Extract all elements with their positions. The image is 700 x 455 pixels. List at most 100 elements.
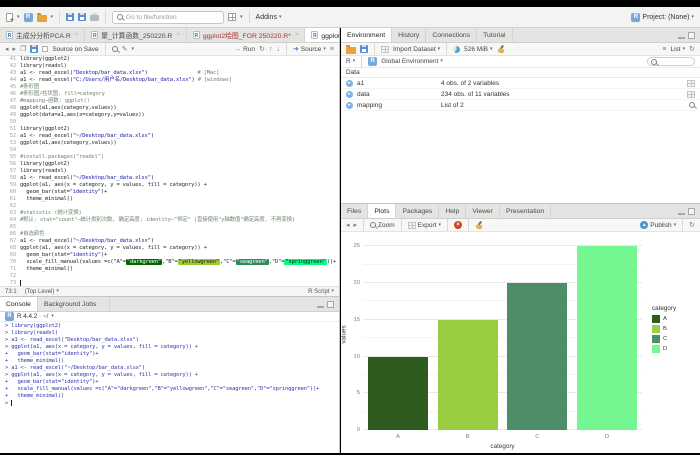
find-replace-icon[interactable]	[112, 46, 118, 52]
save-workspace-icon[interactable]	[360, 45, 368, 53]
editor-tab-3[interactable]: Rggplot2绘图_FOR 250220.R*×	[187, 28, 306, 42]
expand-object-icon[interactable]: ▸	[346, 102, 353, 109]
source-button[interactable]: ➜ Source ▾	[293, 46, 326, 53]
clear-all-plots-icon[interactable]	[475, 221, 483, 229]
console-output[interactable]: > library(ggplot2)> library(readxl)> a1 …	[0, 322, 339, 408]
rstudio-window: ▾ R ▾ Go to file/function ▾ Addins ▾ R P…	[0, 0, 700, 455]
environment-selector[interactable]: Global Environment ▾	[381, 58, 443, 65]
project-menu[interactable]: R Project: (None) ▾	[631, 13, 694, 22]
workspace-panes-icon[interactable]	[228, 13, 236, 21]
editor-tab-4[interactable]: Rggplot2绘图.R*×	[305, 28, 340, 42]
code-line: 69 geom_bar(stat="identity")+	[0, 252, 339, 259]
console-tab-console[interactable]: Console	[0, 297, 38, 311]
print-icon[interactable]	[90, 15, 99, 21]
code-token: )+	[101, 189, 107, 195]
run-up-icon[interactable]: ↑	[269, 46, 273, 53]
line-number: 54	[0, 147, 20, 154]
tab-label: Help	[445, 208, 459, 215]
tab-label: History	[398, 32, 419, 39]
code-line: 52a1 <- read_excel("~/Desktop/bar_data.x…	[0, 133, 339, 140]
previous-plot-icon[interactable]: ◂	[346, 222, 350, 229]
memory-usage-button[interactable]: 526 MiB ▾	[464, 46, 492, 53]
clear-objects-icon[interactable]	[497, 45, 505, 53]
tab-tutorial[interactable]: Tutorial	[477, 28, 512, 42]
close-tab-icon[interactable]: ×	[75, 32, 79, 38]
source-on-save-checkbox[interactable]	[42, 46, 48, 52]
outline-icon[interactable]: ≡	[330, 46, 334, 53]
rerun-icon[interactable]: ↻	[259, 46, 265, 53]
export-button[interactable]: Export ▾	[408, 222, 441, 229]
maximize-icon[interactable]	[688, 32, 695, 39]
console-tab-background-jobs[interactable]: Background Jobs◦	[38, 297, 110, 311]
new-file-caret-icon[interactable]: ▾	[17, 15, 20, 20]
list-view-button[interactable]: List ▾	[670, 46, 685, 53]
save-icon[interactable]	[30, 45, 38, 53]
tab-plots[interactable]: Plots	[368, 204, 396, 218]
tab-viewer[interactable]: Viewer	[466, 204, 500, 218]
next-plot-icon[interactable]: ▸	[354, 222, 358, 229]
minimize-icon[interactable]	[317, 306, 324, 308]
maximize-icon[interactable]	[688, 208, 695, 215]
minimize-icon[interactable]	[678, 213, 685, 215]
console-version-row[interactable]: R R 4.4.2 · ~/ ▾	[0, 312, 339, 322]
publish-button[interactable]: ▲ Publish ▾	[640, 221, 676, 229]
tab-files[interactable]: Files	[341, 204, 368, 218]
run-button[interactable]: → Run	[234, 46, 255, 53]
tab-history[interactable]: History	[392, 28, 426, 42]
save-icon[interactable]	[66, 13, 74, 21]
expand-object-icon[interactable]: ▸	[346, 91, 353, 98]
popout-icon[interactable]: ❐	[20, 46, 26, 53]
go-to-file-search[interactable]: Go to file/function	[112, 11, 224, 24]
environment-search-input[interactable]	[647, 57, 695, 66]
load-workspace-icon[interactable]	[346, 47, 356, 54]
addins-menu[interactable]: Addins ▾	[256, 14, 282, 21]
open-recent-caret-icon[interactable]: ▾	[51, 15, 54, 20]
view-data-icon[interactable]	[687, 91, 695, 98]
code-tools-caret-icon[interactable]: ▾	[131, 47, 134, 52]
refresh-plot-icon[interactable]: ↻	[689, 222, 695, 229]
tab-presentation[interactable]: Presentation	[500, 204, 551, 218]
refresh-icon[interactable]: ↻	[689, 46, 695, 53]
save-all-icon[interactable]	[78, 13, 86, 21]
expand-object-icon[interactable]: ▸	[346, 80, 353, 87]
code-line: 72	[0, 273, 339, 280]
new-project-icon[interactable]: R	[24, 13, 33, 22]
close-tab-icon[interactable]: ×	[295, 32, 299, 38]
minimize-icon[interactable]	[678, 37, 685, 39]
code-line-text: #自选颜色	[20, 231, 44, 238]
tab-connections[interactable]: Connections	[426, 28, 477, 42]
environment-object-row[interactable]: ▸data234 obs. of 11 variables	[341, 89, 700, 100]
editor-tab-1[interactable]: R主成分分析PCA.R×	[0, 28, 85, 42]
zoom-button[interactable]: Zoom	[370, 222, 395, 229]
environment-object-row[interactable]: ▸mappingList of 2	[341, 100, 700, 111]
inspect-object-icon[interactable]	[689, 102, 695, 108]
forward-icon[interactable]: ▸	[13, 46, 17, 53]
language-selector[interactable]: R ▾	[346, 58, 355, 65]
project-icon: R	[631, 13, 640, 22]
line-number: 69	[0, 252, 20, 259]
panes-caret-icon[interactable]: ▾	[240, 15, 243, 20]
import-dataset-button[interactable]: Import Dataset ▾	[393, 46, 440, 53]
tab-packages[interactable]: Packages	[396, 204, 439, 218]
code-tools-icon[interactable]: ✎	[122, 46, 128, 53]
cursor-position: 73:1	[5, 289, 17, 295]
divider	[105, 11, 106, 23]
back-icon[interactable]: ◂	[5, 46, 9, 53]
code-line: 56library(ggplot2)	[0, 161, 339, 168]
tab-environment[interactable]: Environment	[341, 28, 392, 42]
divider	[374, 43, 375, 55]
new-file-icon[interactable]	[6, 13, 13, 22]
code-area[interactable]: 41library(ggplot2)42library(readxl)43a1 …	[0, 56, 339, 286]
view-data-icon[interactable]	[687, 80, 695, 87]
editor-tab-2[interactable]: R聚_计算函数_250220.R×	[85, 28, 187, 42]
object-description: List of 2	[441, 102, 685, 109]
open-folder-icon[interactable]	[37, 15, 47, 22]
close-tab-icon[interactable]: ×	[176, 32, 180, 38]
doc-type-selector[interactable]: R Script ▾	[308, 289, 334, 295]
scope-selector[interactable]: (Top Level) ▾	[25, 289, 59, 295]
environment-object-row[interactable]: ▸a14 obs. of 2 variables	[341, 78, 700, 89]
maximize-icon[interactable]	[327, 301, 334, 308]
remove-plot-icon[interactable]: ×	[454, 221, 462, 229]
tab-help[interactable]: Help	[439, 204, 466, 218]
run-down-icon[interactable]: ↓	[276, 46, 280, 53]
